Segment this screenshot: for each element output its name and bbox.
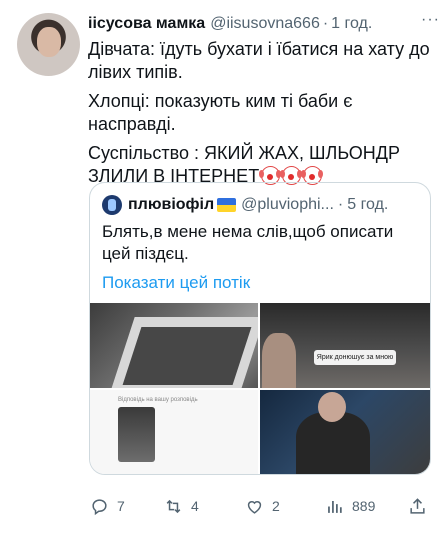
- media-image-4[interactable]: [260, 390, 430, 474]
- retweet-count: 4: [191, 498, 199, 514]
- author-name[interactable]: іісусова мамка: [88, 15, 205, 33]
- tweet-line: Суспільство : ЯКИЙ ЖАХ, ШЛЬОНДР ЗЛИЛИ В …: [88, 143, 400, 186]
- retweet-icon: [166, 499, 181, 513]
- quote-header: плювіофіл @pluviophi... · 5 год.: [102, 195, 420, 215]
- media-caption: Ярик донюшує за мною: [314, 350, 396, 365]
- reply-icon: [92, 498, 107, 515]
- show-thread-link[interactable]: Показати цей потік: [102, 273, 250, 293]
- tweet-time[interactable]: 1 год.: [331, 15, 372, 33]
- retweet-button[interactable]: 4: [164, 494, 199, 518]
- quoted-tweet[interactable]: плювіофіл @pluviophi... · 5 год. Блять,в…: [89, 182, 431, 475]
- share-button[interactable]: [408, 494, 435, 518]
- author-avatar[interactable]: [17, 13, 80, 76]
- heart-icon: [247, 500, 262, 514]
- author-handle[interactable]: @iisusovna666: [210, 15, 320, 33]
- quote-author-handle: @pluviophi...: [241, 196, 334, 213]
- like-button[interactable]: 2: [245, 494, 280, 518]
- media-caption: Відповідь на вашу розповідь: [118, 397, 198, 403]
- reply-button[interactable]: 7: [90, 494, 125, 518]
- tweet-text: Дівчата: їдуть бухати і їбатися на хату …: [88, 38, 438, 194]
- tweet-header: іісусова мамка @iisusovna666 · 1 год. ··…: [88, 11, 440, 34]
- tweet-line: Дівчата: їдуть бухати і їбатися на хату …: [88, 39, 430, 82]
- media-image-1[interactable]: [90, 303, 258, 388]
- media-thumbnail: [118, 407, 155, 462]
- share-icon: [410, 497, 425, 514]
- media-grid: Ярик донюшує за мною Відповідь на вашу р…: [90, 303, 430, 474]
- view-count: 889: [352, 498, 376, 514]
- media-image-3[interactable]: Відповідь на вашу розповідь: [90, 390, 258, 474]
- quote-author-avatar: [102, 195, 122, 215]
- quote-author-name: плювіофіл: [128, 196, 215, 213]
- reply-count: 7: [117, 498, 125, 514]
- ukraine-flag-icon: [217, 198, 237, 212]
- separator-dot: ·: [337, 196, 344, 213]
- separator-dot: ·: [322, 15, 329, 32]
- like-count: 2: [272, 498, 280, 514]
- analytics-icon: [328, 500, 342, 513]
- media-image-2[interactable]: Ярик донюшує за мною: [260, 303, 430, 388]
- action-bar: 7 4 2 889: [88, 494, 432, 518]
- quote-text: Блять,в мене нема слів,щоб описати цей п…: [102, 222, 394, 263]
- views-button[interactable]: 889: [325, 494, 375, 518]
- tweet-line: Хлопці: показують ким ті баби є насправд…: [88, 91, 353, 134]
- more-options-icon[interactable]: ···: [421, 11, 440, 29]
- quote-time: 5 год.: [347, 196, 389, 213]
